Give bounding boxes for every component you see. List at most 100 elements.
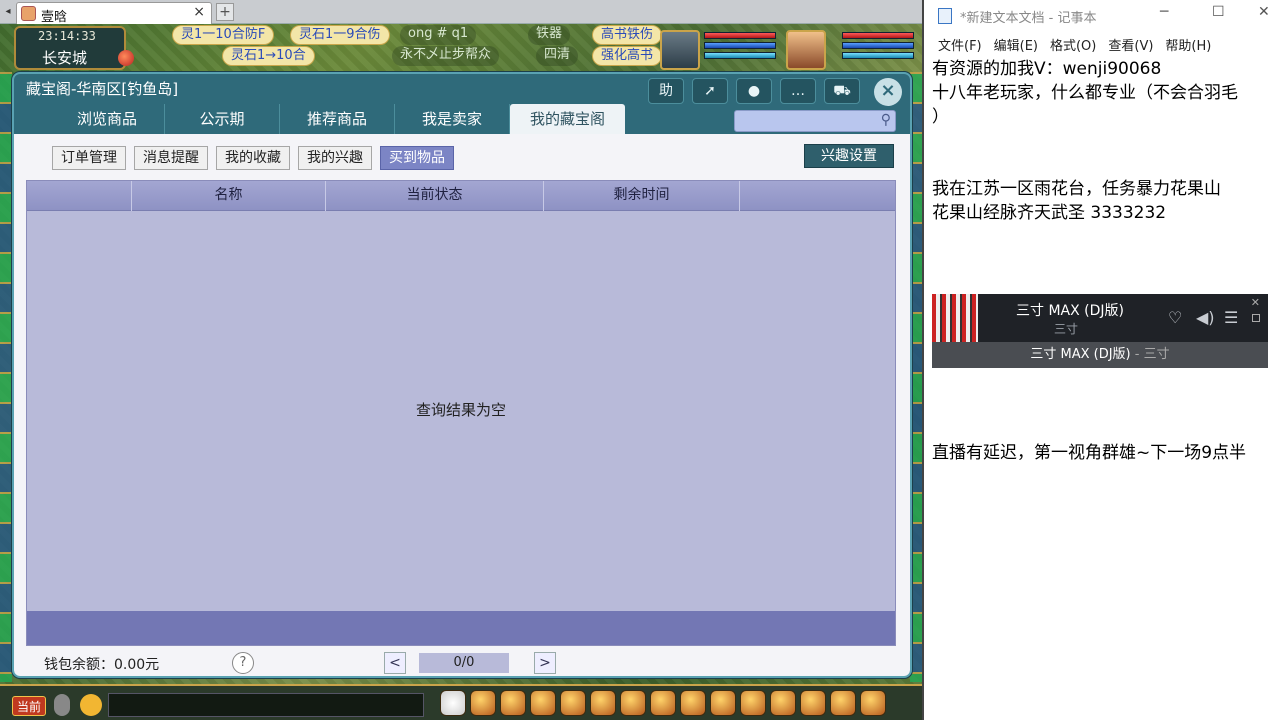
announcement: 灵1一10合防F: [172, 25, 275, 45]
chat-channel-button[interactable]: 当前: [12, 696, 46, 716]
game-clock: 23:14:33: [38, 29, 96, 43]
notepad-icon: [938, 8, 952, 24]
notepad-titlebar: *新建文本文档 - 记事本 ─ ☐ ✕: [924, 0, 1280, 32]
search-icon[interactable]: ⚲: [881, 112, 891, 128]
pet-xp-bar: [704, 52, 776, 59]
notepad-line[interactable]: 有资源的加我V：wenji90068: [932, 58, 1161, 81]
announcement: 四清: [536, 46, 579, 66]
subtab-favorites[interactable]: 我的收藏: [216, 146, 290, 170]
tab-scroll-left-icon[interactable]: ◂: [2, 3, 14, 21]
playlist-icon[interactable]: ☰: [1224, 308, 1238, 327]
close-icon[interactable]: ✕: [1258, 4, 1270, 20]
pet-portrait[interactable]: [660, 30, 700, 70]
chat-icon[interactable]: …: [780, 78, 816, 104]
volume-icon[interactable]: ◀): [1196, 308, 1215, 327]
music-now-playing-strip: 三寸 MAX (DJ版) - 三寸: [932, 342, 1268, 368]
search-input[interactable]: ⚲: [734, 110, 896, 132]
help-button[interactable]: 助: [648, 78, 684, 104]
shell-icon[interactable]: [800, 690, 826, 716]
menu-file[interactable]: 文件(F): [932, 32, 988, 56]
left-decor-strip: [0, 72, 12, 682]
announcement: 铁器: [528, 25, 571, 45]
menu-view[interactable]: 查看(V): [1102, 32, 1159, 56]
column-header-status[interactable]: 当前状态: [325, 181, 543, 211]
gear-icon[interactable]: [860, 690, 886, 716]
dialog-close-button[interactable]: ×: [874, 78, 902, 106]
tab-close-icon[interactable]: ×: [193, 4, 205, 20]
item-icon[interactable]: [500, 690, 526, 716]
share-icon[interactable]: ➚: [692, 78, 728, 104]
interest-settings-button[interactable]: 兴趣设置: [804, 144, 894, 168]
dialog-title: 藏宝阁-华南区[钓鱼岛]: [26, 80, 179, 98]
book-icon[interactable]: [710, 690, 736, 716]
lantern-icon[interactable]: [118, 50, 134, 66]
content-panel: 订单管理 消息提醒 我的收藏 我的兴趣 买到物品 兴趣设置 名称 当前状态 剩余…: [14, 134, 910, 676]
peach-icon[interactable]: [770, 690, 796, 716]
emoji-icon[interactable]: [80, 694, 102, 716]
browser-tab[interactable]: 壹晗 ×: [16, 2, 212, 25]
record-icon[interactable]: ●: [736, 78, 772, 104]
game-window: ◂ 壹晗 × + 23:14:33 长安城 灵1一10合防F 灵石1一9合伤 o…: [0, 0, 922, 720]
heart-icon[interactable]: ♡: [1168, 308, 1182, 327]
subtab-messages[interactable]: 消息提醒: [134, 146, 208, 170]
notepad-title: *新建文本文档 - 记事本: [960, 11, 1097, 26]
cart-icon[interactable]: ⛟: [824, 78, 860, 104]
album-art: [932, 294, 978, 342]
announcement: ong # q1: [400, 25, 477, 45]
notepad-line[interactable]: 直播有延迟，第一视角群雄~下一场9点半: [932, 442, 1246, 465]
browser-tab-bar: ◂ 壹晗 × +: [0, 0, 922, 25]
pet-icon[interactable]: [440, 690, 466, 716]
minimize-icon[interactable]: ─: [1160, 4, 1168, 20]
column-header-name[interactable]: 名称: [131, 181, 325, 211]
notepad-line[interactable]: 我在江苏一区雨花台，任务暴力花果山: [932, 178, 1221, 201]
player-portrait[interactable]: [786, 30, 826, 70]
chat-input[interactable]: [108, 693, 424, 717]
current-city: 长安城: [42, 49, 88, 67]
column-header-time-left[interactable]: 剩余时间: [543, 181, 739, 211]
quest-icon[interactable]: [650, 690, 676, 716]
notepad-line[interactable]: 花果山经脉齐天武圣 3333232: [932, 202, 1166, 225]
menu-format[interactable]: 格式(O): [1044, 32, 1102, 56]
team-icon[interactable]: [590, 690, 616, 716]
tab-seller[interactable]: 我是卖家: [395, 104, 510, 134]
help-question-icon[interactable]: ?: [232, 652, 254, 674]
subtab-purchased[interactable]: 买到物品: [380, 146, 454, 170]
main-tabs: 浏览商品 公示期 推荐商品 我是卖家 我的藏宝阁: [50, 104, 625, 134]
wallet-balance: 钱包余额：0.00元: [44, 657, 160, 673]
notepad-line[interactable]: ）: [932, 106, 949, 129]
prev-page-button[interactable]: <: [384, 652, 406, 674]
tab-my-pavilion[interactable]: 我的藏宝阁: [510, 104, 625, 134]
song-artist: 三寸: [1054, 322, 1079, 336]
microphone-icon[interactable]: [54, 694, 70, 716]
tab-public[interactable]: 公示期: [165, 104, 280, 134]
notepad-line[interactable]: 十八年老玩家，什么都专业（不会合羽毛: [932, 82, 1238, 105]
give-icon[interactable]: [530, 690, 556, 716]
smile-icon[interactable]: [830, 690, 856, 716]
friends-icon[interactable]: [740, 690, 766, 716]
player-hp-bar: [842, 32, 914, 39]
player-mp-bar: [842, 42, 914, 49]
action-icons: [440, 690, 886, 716]
trade-icon[interactable]: [560, 690, 586, 716]
new-tab-button[interactable]: +: [216, 3, 234, 21]
tab-recommended[interactable]: 推荐商品: [280, 104, 395, 134]
gang-icon[interactable]: [680, 690, 706, 716]
announcement: 永不乄止步帮众: [392, 46, 500, 66]
next-page-button[interactable]: >: [534, 652, 556, 674]
song-title: 三寸 MAX (DJ版): [1016, 303, 1124, 319]
tab-browse[interactable]: 浏览商品: [50, 104, 165, 134]
close-icon[interactable]: ✕: [1251, 296, 1260, 309]
maximize-icon[interactable]: ☐: [1212, 4, 1225, 20]
table-header-blank: [739, 181, 895, 211]
music-player-widget: 三寸 MAX (DJ版) 三寸 ♡ ◀) ☰ ✕: [932, 294, 1268, 342]
attack-icon[interactable]: [470, 690, 496, 716]
pin-icon[interactable]: [1252, 314, 1260, 322]
menu-edit[interactable]: 编辑(E): [988, 32, 1044, 56]
subtab-orders[interactable]: 订单管理: [52, 146, 126, 170]
player-status-bars: [842, 32, 914, 62]
results-table: 名称 当前状态 剩余时间 查询结果为空: [26, 180, 896, 646]
menu-help[interactable]: 帮助(H): [1159, 32, 1217, 56]
player-xp-bar: [842, 52, 914, 59]
pet-menu-icon[interactable]: [620, 690, 646, 716]
subtab-interests[interactable]: 我的兴趣: [298, 146, 372, 170]
